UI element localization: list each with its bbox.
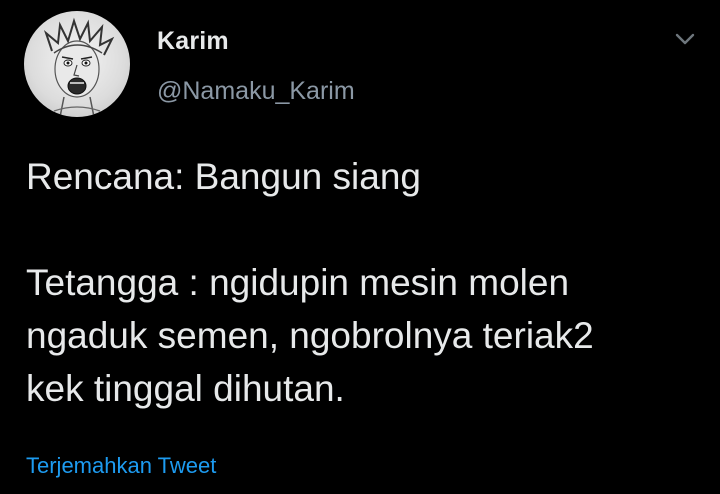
tweet-text: Rencana: Bangun siang Tetangga : ngidupi… (26, 150, 706, 415)
tweet: Karim @Namaku_Karim Rencana: Bangun sian… (0, 0, 720, 494)
tweet-text-line-1: Rencana: Bangun siang (26, 156, 421, 197)
translate-tweet-link[interactable]: Terjemahkan Tweet (26, 453, 216, 479)
chevron-down-icon[interactable] (674, 30, 696, 48)
avatar[interactable] (24, 11, 130, 117)
author-handle[interactable]: @Namaku_Karim (157, 77, 355, 106)
tweet-text-paragraph-2: Tetangga : ngidupin mesin molen ngaduk s… (26, 262, 594, 409)
author-display-name[interactable]: Karim (157, 27, 229, 56)
avatar-portrait-icon (43, 17, 115, 117)
